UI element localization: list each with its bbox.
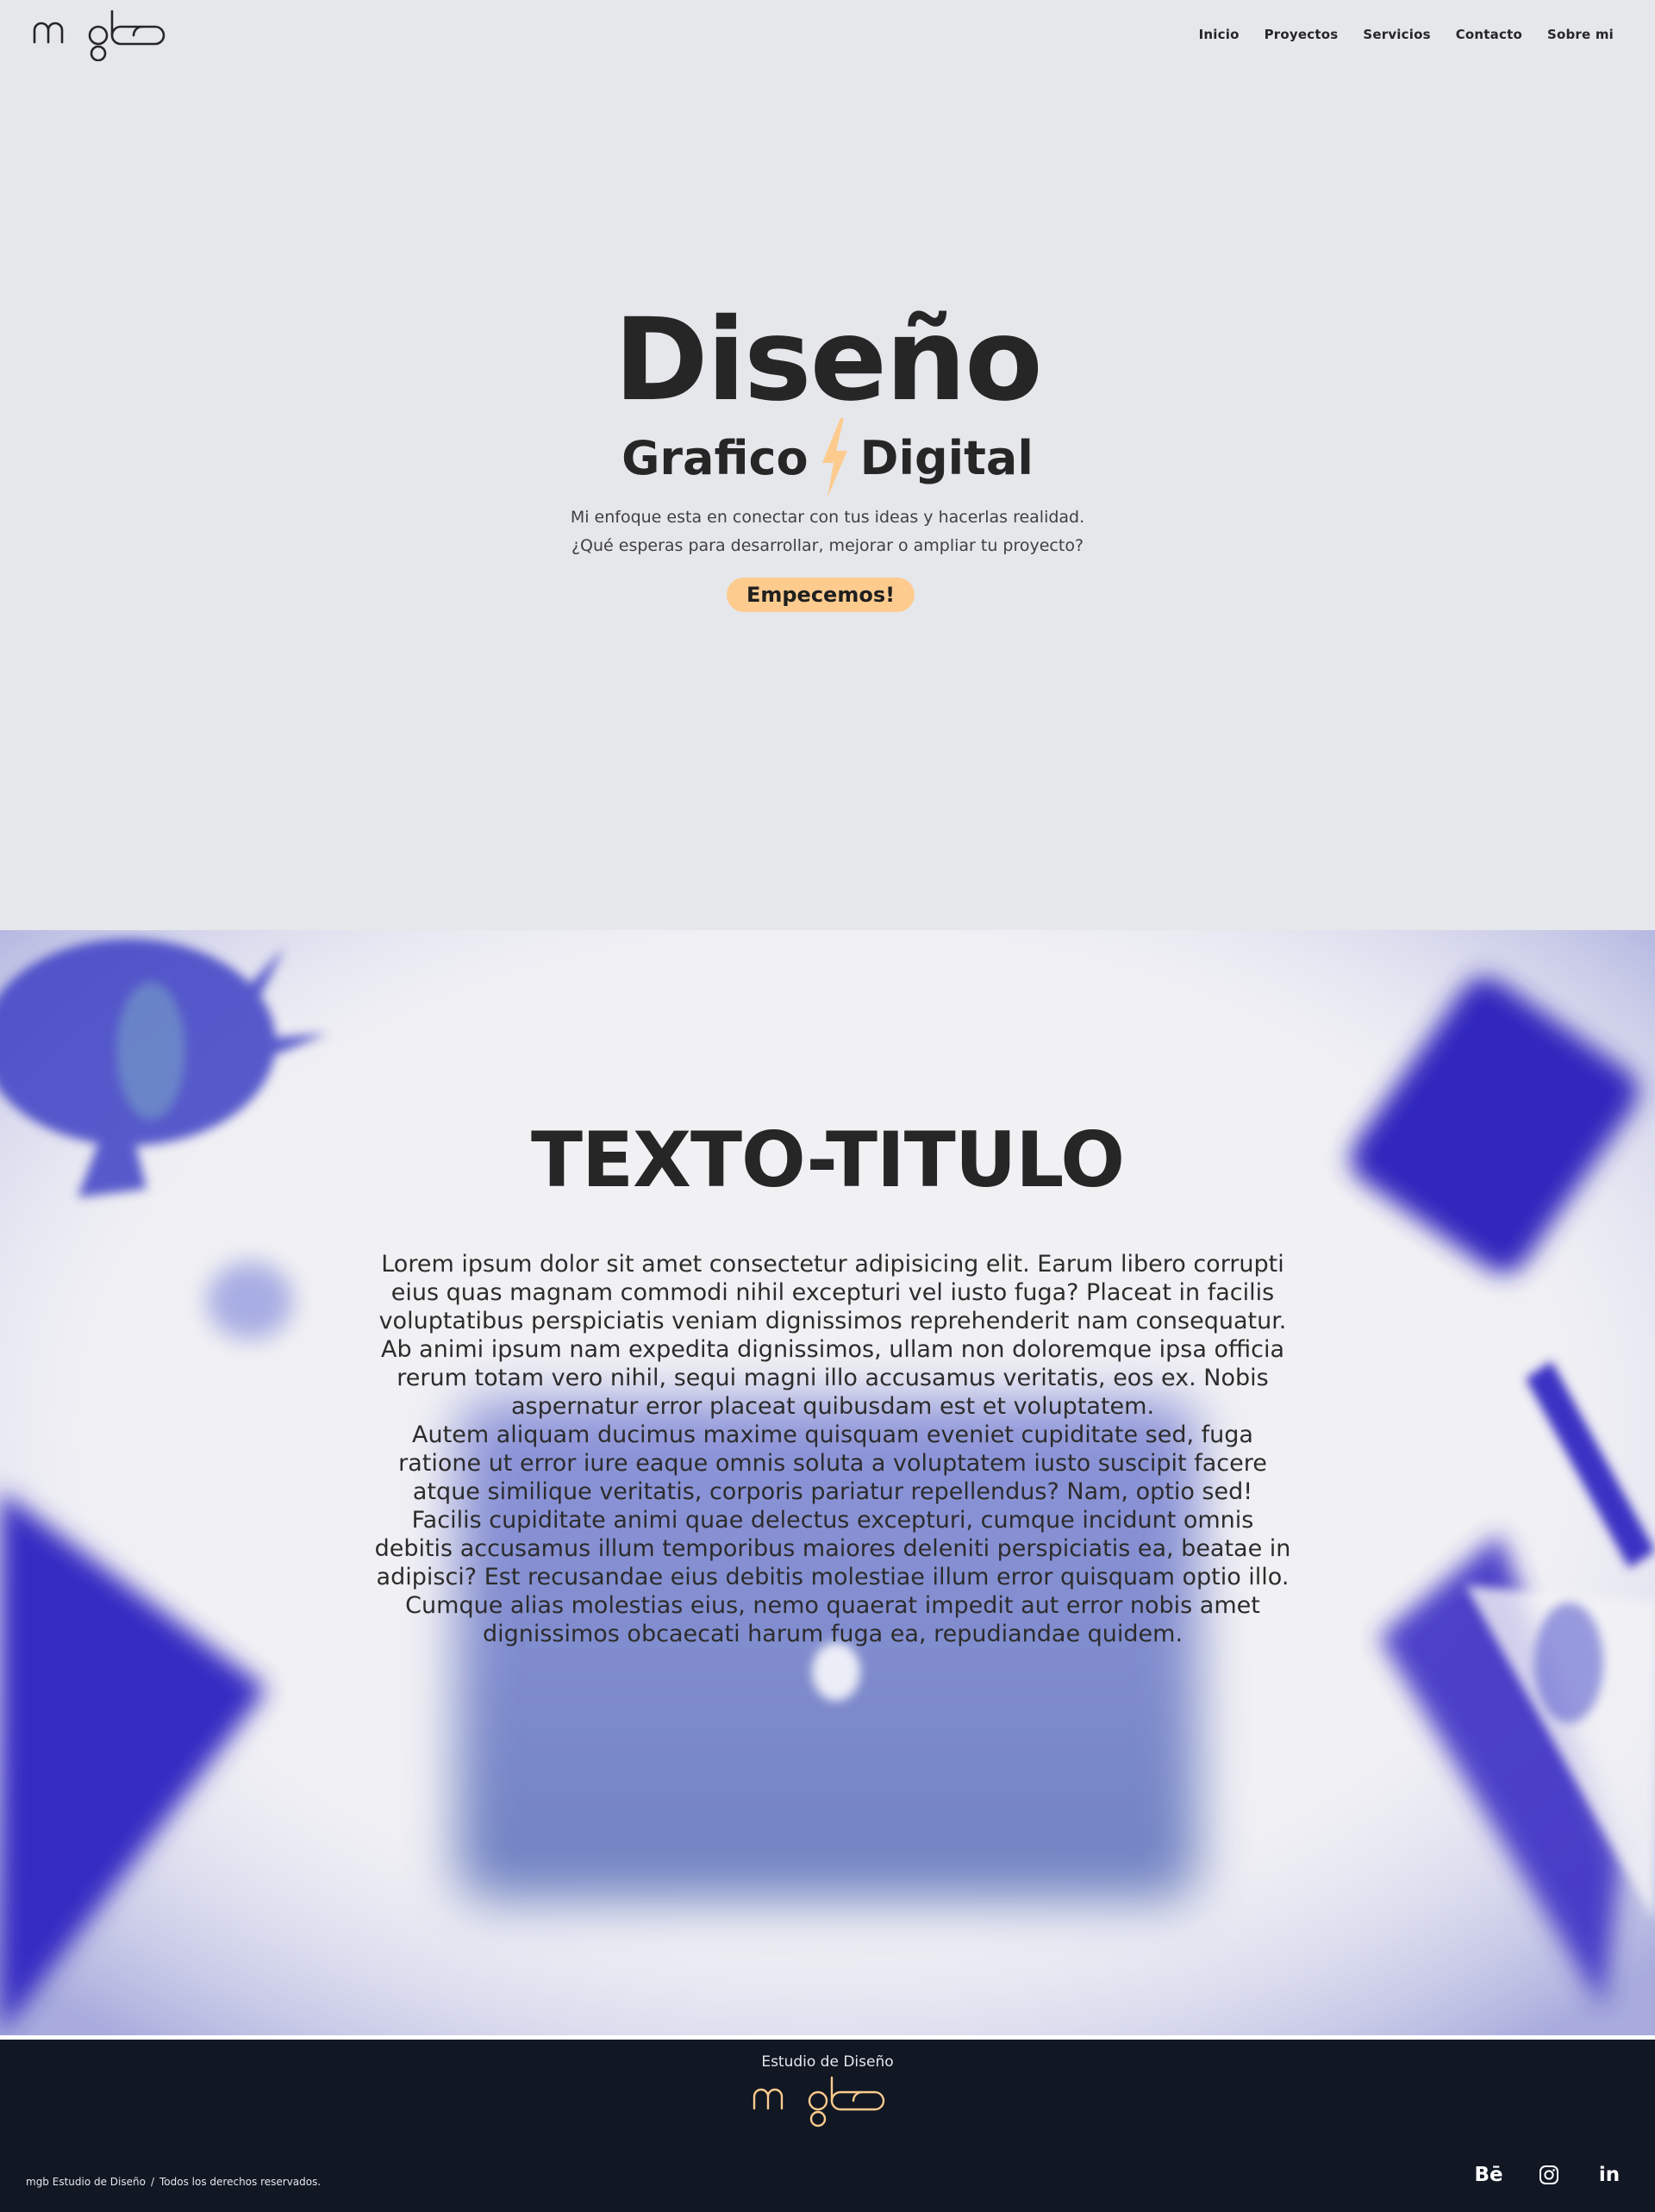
main-nav: Inicio Proyectos Servicios Contacto Sobr…	[1199, 27, 1614, 42]
social-links: Bē in	[1474, 2164, 1621, 2186]
hero-subtitle-left: Grafico	[621, 430, 809, 485]
copyright: mgb Estudio de Diseño / Todos los derech…	[26, 2176, 321, 2188]
feature-paragraph: Autem aliquam ducimus maxime quisquam ev…	[398, 1422, 1267, 1505]
nav-inicio[interactable]: Inicio	[1199, 27, 1240, 42]
feature-title: TEXTO-TITULO	[530, 1115, 1125, 1204]
site-footer: Estudio de Diseño mgb Estudio de Diseño …	[0, 2040, 1655, 2212]
copyright-rights: Todos los derechos reservados.	[159, 2176, 322, 2188]
footer-mgb-logo[interactable]	[753, 2072, 887, 2128]
nav-proyectos[interactable]: Proyectos	[1265, 27, 1339, 42]
copyright-separator: /	[150, 2176, 155, 2188]
hero-section: Diseño Grafico Digital Mi enfoque esta e…	[0, 69, 1655, 930]
hero-title: Diseño	[614, 294, 1043, 427]
feature-paragraph: Lorem ipsum dolor sit amet consectetur a…	[378, 1251, 1287, 1420]
hero-description: Mi enfoque esta en conectar con tus idea…	[0, 503, 1655, 560]
feature-section: TEXTO-TITULO Lorem ipsum dolor sit amet …	[0, 930, 1655, 2035]
hero-description-line-2: ¿Qué esperas para desarrollar, mejorar o…	[571, 536, 1084, 555]
hero-description-line-1: Mi enfoque esta en conectar con tus idea…	[570, 508, 1085, 527]
empecemos-button[interactable]: Empecemos!	[727, 578, 915, 612]
hero-subtitle-right: Digital	[859, 430, 1034, 485]
instagram-glyph	[1539, 2165, 1558, 2184]
lightning-bolt-icon	[821, 418, 847, 497]
nav-contacto[interactable]: Contacto	[1456, 27, 1522, 42]
nav-sobre-mi[interactable]: Sobre mi	[1547, 27, 1614, 42]
site-header: Inicio Proyectos Servicios Contacto Sobr…	[0, 0, 1655, 69]
feature-paragraph: Facilis cupiditate animi quae delectus e…	[374, 1507, 1291, 1647]
mgb-logo[interactable]	[33, 8, 166, 61]
nav-servicios[interactable]: Servicios	[1363, 27, 1430, 42]
feature-body: Lorem ipsum dolor sit amet consectetur a…	[372, 1250, 1293, 1648]
linkedin-icon[interactable]: in	[1598, 2164, 1621, 2186]
footer-tagline: Estudio de Diseño	[761, 2053, 894, 2071]
hero-subtitle: Grafico Digital	[0, 418, 1655, 497]
instagram-icon[interactable]	[1538, 2164, 1560, 2186]
copyright-studio: mgb Estudio de Diseño	[26, 2176, 146, 2188]
behance-icon[interactable]: Bē	[1474, 2164, 1502, 2186]
